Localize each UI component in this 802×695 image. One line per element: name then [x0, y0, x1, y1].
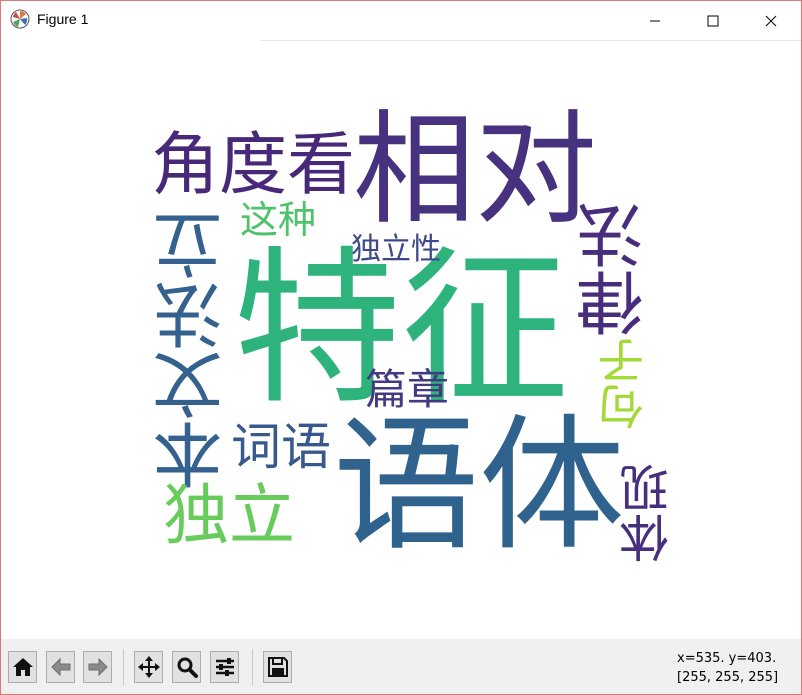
figure-canvas[interactable]: 特征 语体 相对 角度看 本文法立 词语 律法 句子 体现 独立 篇章 这种 独…: [1, 41, 801, 639]
save-floppy-icon: [267, 657, 288, 677]
forward-arrow-icon: [88, 657, 108, 677]
word-lvfa: 律法: [577, 201, 656, 337]
back-arrow-icon: [50, 657, 70, 677]
navigation-toolbar: x=535. y=403. [255, 255, 255]: [1, 639, 801, 694]
forward-button[interactable]: [83, 651, 112, 683]
matplotlib-icon: [10, 9, 30, 29]
word-ciyu: 词语: [231, 418, 331, 476]
pan-move-icon: [137, 656, 160, 678]
word-xiangdui: 相对: [353, 99, 597, 241]
subplots-button[interactable]: [210, 651, 239, 683]
word-dulixing: 独立性: [351, 232, 441, 267]
save-button[interactable]: [263, 651, 292, 683]
subplots-sliders-icon: [215, 658, 234, 676]
coords-position: x=535. y=403.: [677, 651, 777, 666]
word-zhezhong: 这种: [240, 198, 317, 242]
toolbar-separator: [123, 649, 124, 685]
home-icon: [12, 658, 33, 676]
maximize-icon: [707, 15, 719, 26]
home-button[interactable]: [8, 651, 37, 683]
word-tixian: 体现: [619, 463, 677, 563]
word-yuti: 语体: [333, 401, 625, 571]
title-bar[interactable]: Figure 1: [1, 1, 801, 40]
back-button[interactable]: [46, 651, 75, 683]
minimize-icon: [650, 20, 660, 21]
toolbar-separator-2: [252, 649, 253, 685]
zoom-magnifier-icon: [177, 657, 198, 678]
close-icon: [765, 15, 777, 26]
word-jiaoduka: 角度看: [151, 126, 356, 205]
figure-window: Figure 1 特征 语体 相对 角度看 本文法立 词语 律法 句子 体现 独…: [0, 0, 802, 695]
cursor-coordinates: x=535. y=403. [255, 255, 255]: [677, 649, 778, 687]
word-pianzhang: 篇章: [365, 365, 450, 414]
pan-button[interactable]: [134, 651, 163, 683]
word-duli: 独立: [163, 477, 295, 554]
maximize-button[interactable]: [690, 1, 736, 40]
minimize-button[interactable]: [632, 1, 678, 40]
word-juzi: 句子: [597, 338, 651, 430]
word-benwenfali: 本文法立: [152, 210, 234, 490]
window-title: Figure 1: [37, 11, 89, 27]
close-button[interactable]: [748, 1, 794, 40]
zoom-button[interactable]: [172, 651, 201, 683]
coords-pixel-value: [255, 255, 255]: [677, 670, 779, 685]
